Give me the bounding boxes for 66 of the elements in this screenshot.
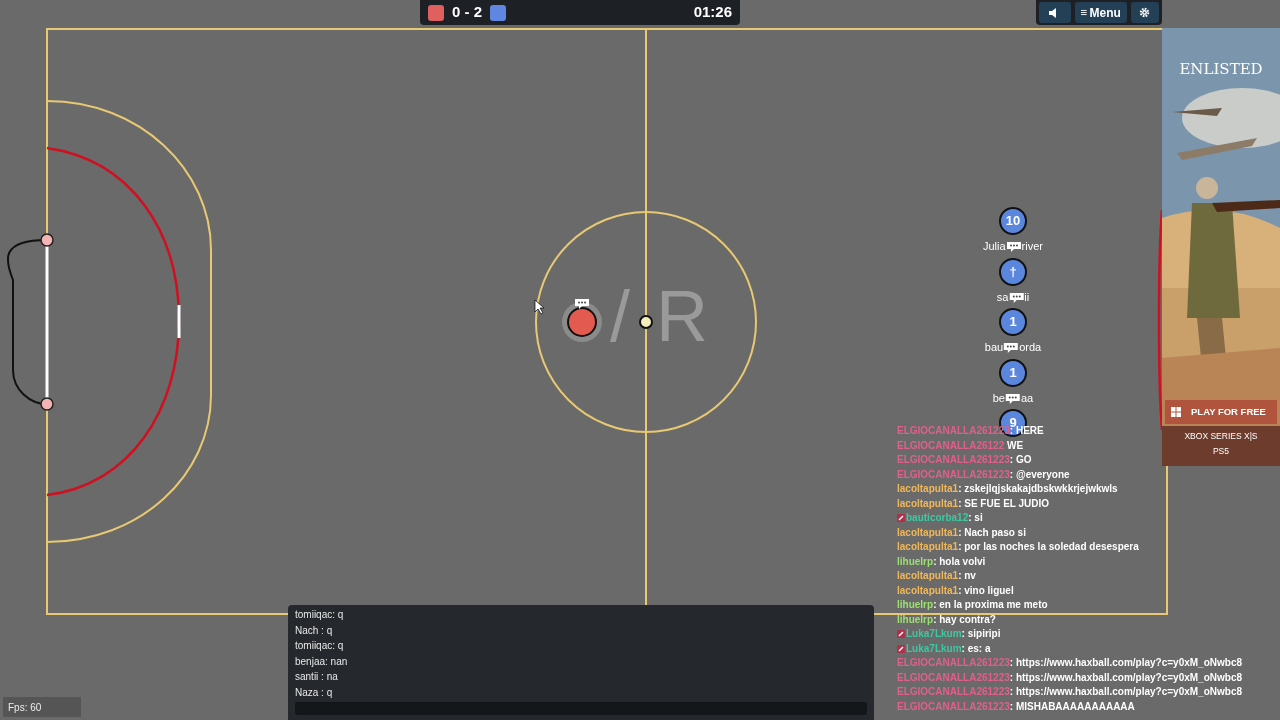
chat-message: : es: a [961, 641, 991, 656]
chat-message: : SE FUE EL JUDIO [958, 496, 1050, 511]
chat-line: Naza : q [295, 685, 334, 700]
chat-line: tomiiqac: q [295, 608, 345, 622]
chat-sender: Luka7Lkum [906, 627, 962, 641]
chat-message: : nv [958, 569, 976, 583]
play-button[interactable]: PLAY FOR FREE [1165, 400, 1277, 424]
player-disc: † [999, 258, 1027, 286]
menu-button[interactable]: Menu [1074, 2, 1127, 23]
chat-message: : hay contra? [933, 612, 996, 627]
score-text: 0 - 2 [452, 2, 482, 23]
player-disc: 10 [999, 207, 1027, 235]
penalty-mark [177, 305, 181, 338]
player-name: orda [1019, 340, 1042, 355]
player-disc: 1 [999, 359, 1027, 387]
chat-sender: Luka7Lkum [906, 641, 962, 656]
chat-line: tomiiqac: q [295, 639, 345, 653]
player-name: aa [1021, 391, 1034, 406]
chat-message: : sipiripi [961, 627, 1001, 641]
platform-label: PS5 [1211, 445, 1231, 458]
chat-sender: ELGIOCANALLA261223 [897, 467, 1010, 482]
player-disc: 1 [999, 308, 1027, 336]
platform-label: XBOX SERIES X|S [1183, 430, 1259, 443]
chat-message: : Nach paso si [958, 525, 1026, 540]
chat-sender: ELGIOCANALLA261223 [897, 453, 1010, 467]
player-disc [567, 307, 597, 337]
chat-message: : @everyone [1009, 467, 1070, 482]
chat-message: : si [968, 511, 983, 525]
fps-counter: Fps: 60 [3, 697, 81, 717]
player-name: Julia [983, 239, 1006, 254]
player-name: river [1021, 239, 1043, 254]
player-name: bau [984, 340, 1004, 355]
chat-message: : hola volvi [933, 554, 986, 569]
chat-sender: ELGIOCANALLA261223 [897, 699, 1010, 714]
chat-sender: ELGIOCANALLA261223 [897, 670, 1010, 685]
team-swatch [490, 4, 506, 21]
menu-icon [1080, 8, 1087, 17]
chat-message: WE [1006, 438, 1024, 453]
settings-button[interactable] [1130, 2, 1159, 23]
chat-message: : por las noches la soledad desespera [958, 540, 1139, 554]
chat-line: benjaa: nan [295, 654, 349, 669]
chat-line: Nach : q [295, 623, 334, 638]
player-name: be [992, 391, 1005, 406]
windows-icon [1171, 407, 1181, 417]
player-name: sa [996, 290, 1009, 305]
chat-message: : https://www.haxball.com/play?c=y0xM_oNwbc8 [1009, 685, 1242, 699]
chat-message: : https://www.haxball.com/play?c=y0xM_oNwbc8 [1009, 656, 1242, 670]
chat-message: : https://www.haxball.com/play?c=y0xM_oNwbc8 [1009, 670, 1242, 685]
chat-line: santii : na [295, 670, 339, 684]
player-name: ii [1024, 290, 1030, 305]
chat-sender: ELGIOCANALLA26122 [897, 438, 1005, 453]
chat-message: : MISHABAAAAAAAAAAA [1009, 699, 1135, 714]
chat-sender: ELGIOCANALLA261223 [897, 685, 1010, 699]
cursor-icon [534, 299, 545, 315]
chat-message: : en la proxima me meto [933, 598, 1048, 612]
chat-message: : GO [1009, 453, 1032, 467]
settings-icon [1139, 7, 1151, 18]
ad-logo: ENLISTED [1178, 59, 1264, 80]
chat-sender: ELGIOCANALLA261223 [897, 656, 1010, 670]
chat-message: : zskejlqjskakajdbskwkkrjejwkwls [958, 482, 1118, 496]
ball [639, 315, 653, 329]
match-timer: 01:26 [693, 2, 732, 23]
logo-slash: / [610, 280, 630, 352]
team-swatch [428, 4, 444, 21]
sound-button[interactable] [1039, 2, 1071, 23]
chat-message: : vino liguel [958, 583, 1014, 598]
